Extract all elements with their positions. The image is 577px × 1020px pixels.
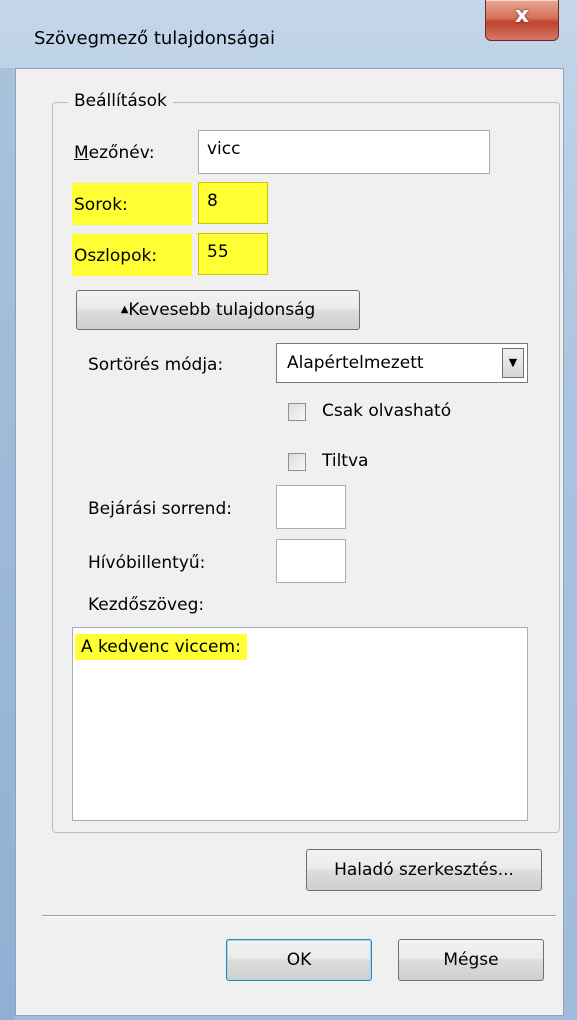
tab-order-label: Bejárási sorrend:: [88, 499, 232, 519]
field-name-input[interactable]: vicc: [198, 130, 490, 174]
access-key-label: Hívóbillentyű:: [88, 553, 206, 573]
wrap-mode-value: Alapértelmezett: [287, 353, 424, 373]
close-button[interactable]: x: [485, 0, 559, 41]
wrap-mode-label: Sortörés módja:: [88, 355, 224, 375]
less-properties-button[interactable]: ▲Kevesebb tulajdonság: [76, 290, 360, 330]
less-properties-label: Kevesebb tulajdonság: [128, 300, 316, 320]
initial-text-label: Kezdőszöveg:: [88, 595, 205, 615]
readonly-checkbox[interactable]: [288, 403, 306, 421]
close-icon: x: [514, 3, 530, 28]
access-key-input[interactable]: [276, 539, 346, 583]
columns-label: Oszlopok:: [74, 246, 158, 266]
initial-text-area[interactable]: A kedvenc viccem:: [72, 627, 528, 821]
tab-order-input[interactable]: [276, 485, 346, 529]
rows-label: Sorok:: [74, 195, 128, 215]
advanced-edit-button[interactable]: Haladó szerkesztés...: [306, 849, 542, 891]
window-left-frame: [0, 68, 15, 1020]
cancel-button[interactable]: Mégse: [398, 939, 544, 981]
window-title: Szövegmező tulajdonságai: [34, 28, 276, 49]
wrap-mode-select[interactable]: Alapértelmezett ▼: [276, 343, 528, 383]
disabled-label[interactable]: Tiltva: [322, 451, 368, 471]
footer-separator: [42, 915, 556, 917]
field-name-label-text: ezőnév:: [88, 143, 155, 163]
dialog-window: Szövegmező tulajdonságai x Beállítások M…: [0, 0, 577, 1020]
chevron-down-icon[interactable]: ▼: [502, 348, 524, 378]
settings-group-legend: Beállítások: [68, 91, 173, 111]
columns-input[interactable]: 55: [198, 233, 268, 275]
readonly-label[interactable]: Csak olvasható: [322, 401, 451, 421]
title-bar[interactable]: Szövegmező tulajdonságai x: [0, 0, 577, 68]
ok-button[interactable]: OK: [226, 939, 372, 981]
disabled-checkbox[interactable]: [288, 453, 306, 471]
rows-input[interactable]: 8: [198, 182, 268, 224]
initial-text-value: A kedvenc viccem:: [75, 634, 247, 660]
dialog-body: Beállítások Mezőnév: vicc Sorok: 8 Oszlo…: [15, 68, 564, 1016]
field-name-label: Mezőnév:: [74, 143, 155, 163]
